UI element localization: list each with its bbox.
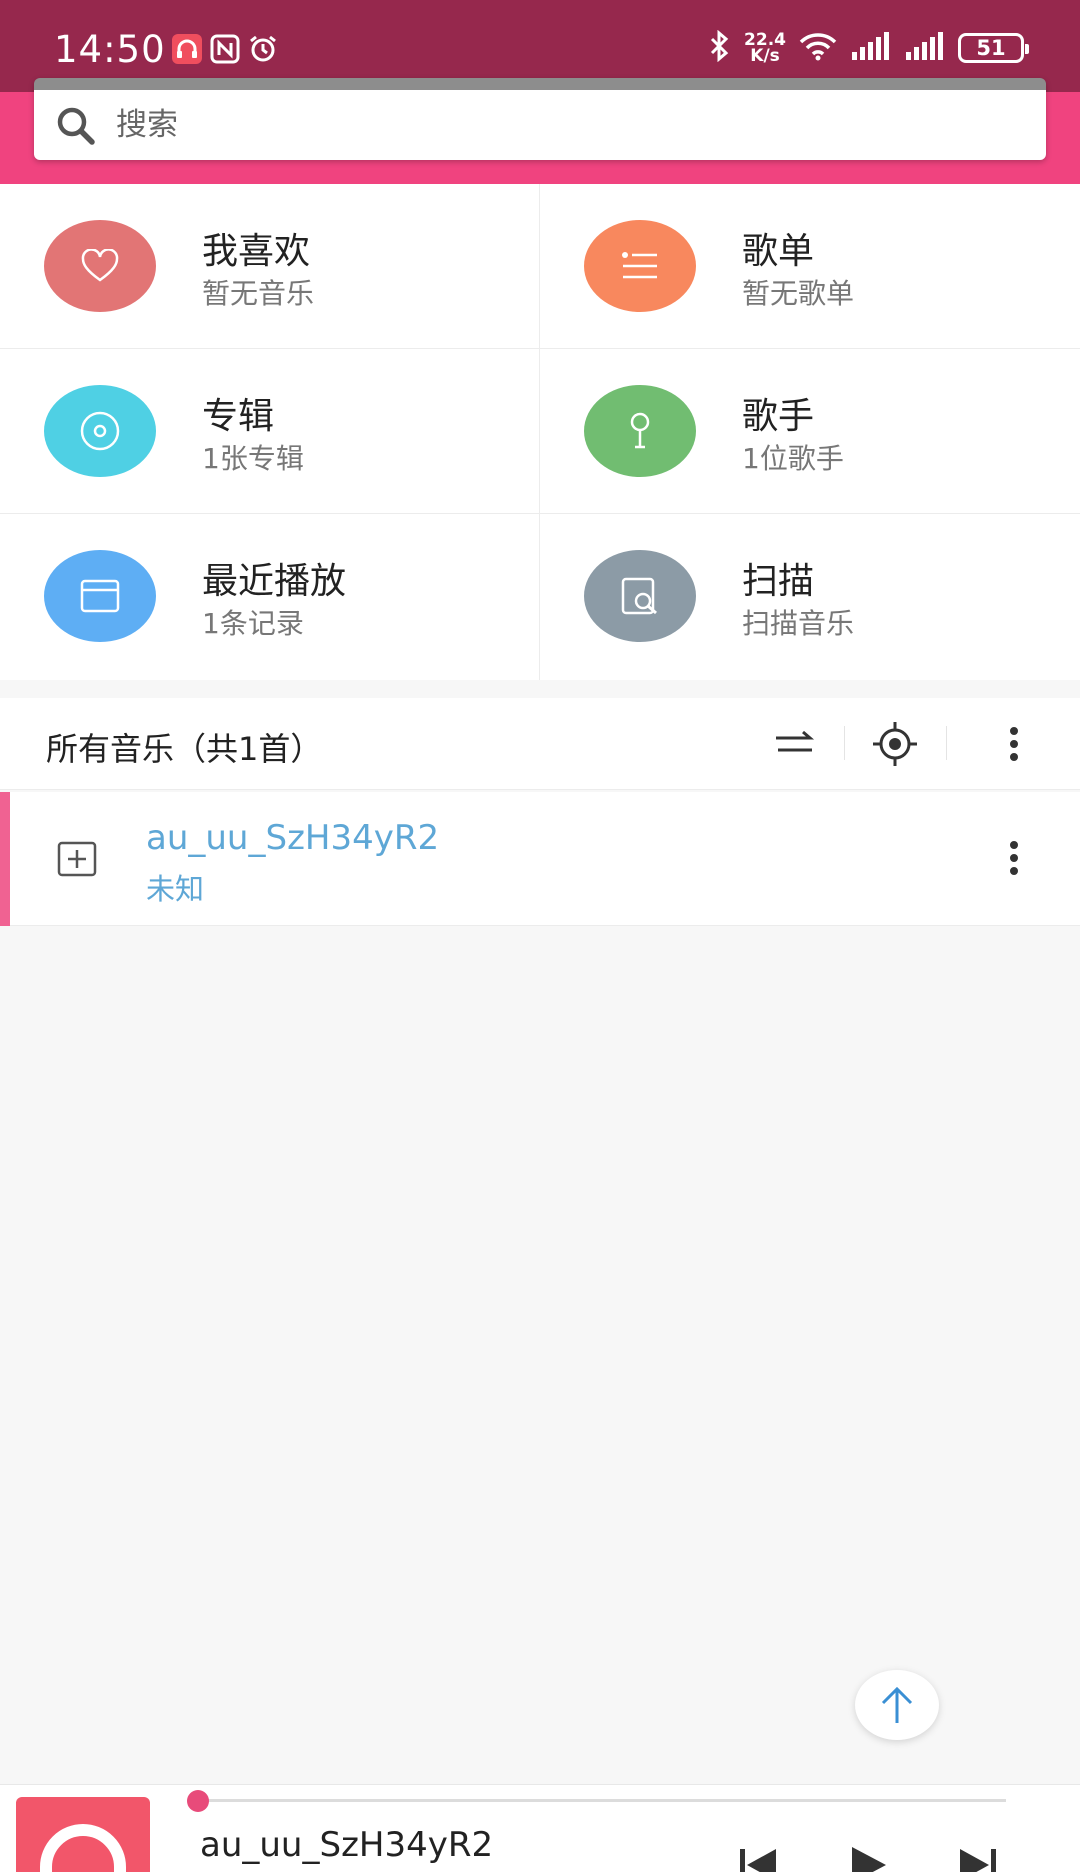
previous-button[interactable] <box>736 1845 780 1872</box>
category-title: 歌手 <box>742 396 815 437</box>
list-icon <box>584 220 696 312</box>
progress-thumb[interactable] <box>187 1790 209 1812</box>
now-playing-marker <box>0 792 10 926</box>
shuffle-play-button[interactable] <box>768 718 820 770</box>
category-title: 专辑 <box>202 396 275 437</box>
microphone-icon <box>584 385 696 477</box>
song-more-button[interactable] <box>988 832 1040 884</box>
category-albums[interactable]: 专辑 1张专辑 <box>0 349 540 514</box>
play-button[interactable] <box>846 1845 890 1872</box>
scroll-to-top-button[interactable] <box>855 1670 939 1740</box>
signal-icon-1 <box>850 32 892 64</box>
locate-current-button[interactable] <box>869 718 921 770</box>
song-list-item[interactable]: au_uu_SzH34yR2 未知 <box>0 792 1080 926</box>
category-subtitle: 1张专辑 <box>202 442 304 475</box>
category-title: 最近播放 <box>202 561 347 602</box>
song-title: au_uu_SzH34yR2 <box>146 818 440 858</box>
category-subtitle: 暂无音乐 <box>202 277 315 310</box>
locate-icon <box>873 722 917 766</box>
alarm-icon <box>248 34 278 64</box>
progress-bar[interactable] <box>187 1790 1006 1812</box>
category-scan[interactable]: 扫描 扫描音乐 <box>540 514 1080 680</box>
skip-previous-icon <box>740 1849 776 1872</box>
toolbar-divider <box>946 726 947 760</box>
status-right-icons: 22.4 K/s 51 <box>708 29 1029 66</box>
plus-box-icon <box>57 841 97 877</box>
category-grid: 我喜欢 暂无音乐 歌单 暂无歌单 专辑 1张专辑 歌手 1位歌手 最近播放 1条… <box>0 184 1080 680</box>
next-button[interactable] <box>956 1845 1000 1872</box>
category-subtitle: 扫描音乐 <box>742 607 855 640</box>
toolbar-divider <box>844 726 845 760</box>
headphones-app-icon <box>172 34 202 64</box>
wifi-icon <box>798 31 838 65</box>
category-favorites[interactable]: 我喜欢 暂无音乐 <box>0 184 540 349</box>
all-music-header: 所有音乐（共1首） <box>0 698 1080 790</box>
mini-player[interactable]: au_uu_SzH34yR2 <box>0 1784 1080 1872</box>
scan-icon <box>584 550 696 642</box>
shuffle-icon <box>776 730 815 752</box>
more-vertical-icon <box>1010 727 1018 761</box>
player-song-title: au_uu_SzH34yR2 <box>200 1825 494 1865</box>
category-subtitle: 1位歌手 <box>742 442 844 475</box>
more-vertical-icon <box>1010 841 1018 875</box>
category-subtitle: 1条记录 <box>202 607 304 640</box>
search-icon <box>54 104 98 148</box>
category-title: 扫描 <box>742 561 815 602</box>
song-artist: 未知 <box>146 872 205 906</box>
category-title: 歌单 <box>742 231 815 272</box>
album-cover[interactable] <box>16 1797 150 1872</box>
net-speed-unit: K/s <box>750 46 780 66</box>
headphones-icon <box>40 1824 126 1872</box>
arrow-up-icon <box>881 1686 913 1723</box>
category-title: 我喜欢 <box>202 231 311 272</box>
network-speed: 22.4 K/s <box>744 32 786 66</box>
category-artists[interactable]: 歌手 1位歌手 <box>540 349 1080 514</box>
window-icon <box>44 550 156 642</box>
all-music-title: 所有音乐（共1首） <box>46 730 323 768</box>
bluetooth-icon <box>708 29 732 66</box>
more-options-button[interactable] <box>988 718 1040 770</box>
category-playlists[interactable]: 歌单 暂无歌单 <box>540 184 1080 349</box>
status-left-icons <box>172 34 278 64</box>
nfc-icon <box>210 34 240 64</box>
play-icon <box>852 1847 886 1872</box>
signal-icon-2 <box>904 32 946 64</box>
skip-next-icon <box>960 1849 996 1872</box>
search-bar[interactable] <box>34 78 1046 160</box>
heart-icon <box>44 220 156 312</box>
status-time: 14:50 <box>54 28 166 71</box>
add-to-playlist-button[interactable] <box>56 838 98 880</box>
category-recent[interactable]: 最近播放 1条记录 <box>0 514 540 680</box>
battery-indicator: 51 <box>958 33 1029 63</box>
category-subtitle: 暂无歌单 <box>742 277 855 310</box>
disc-icon <box>44 385 156 477</box>
search-input[interactable] <box>116 96 1016 154</box>
